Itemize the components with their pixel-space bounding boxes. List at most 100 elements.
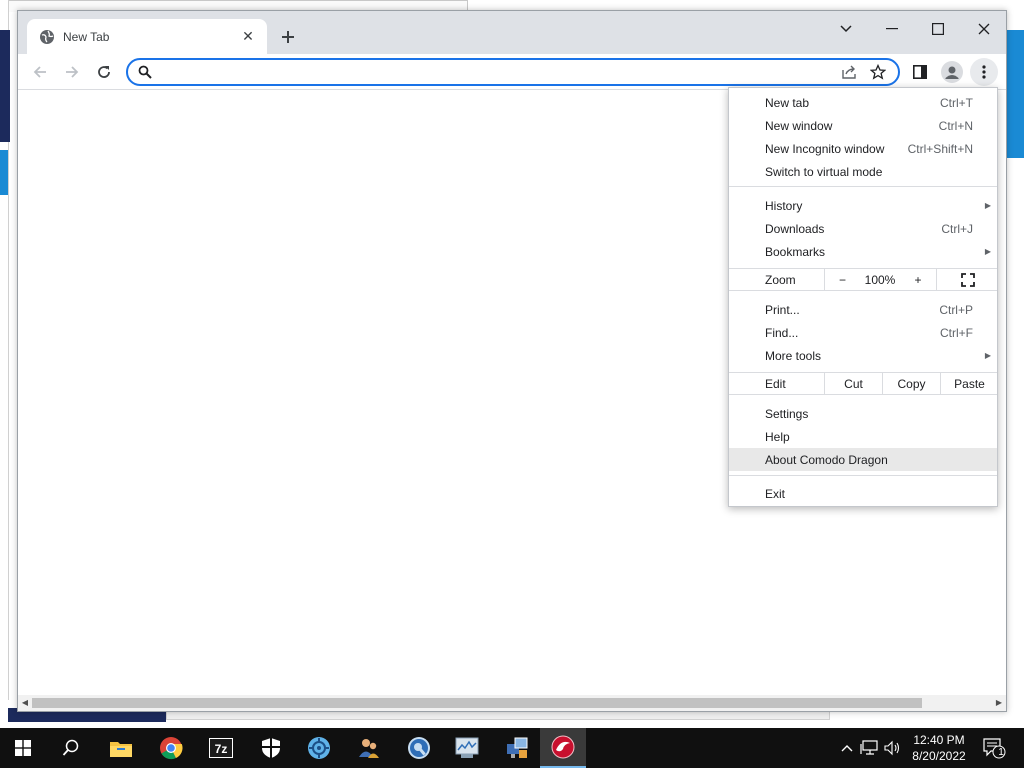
search-icon: [136, 63, 154, 81]
menu-item-label: Switch to virtual mode: [765, 164, 883, 179]
cut-button[interactable]: Cut: [824, 373, 882, 395]
menu-item-shortcut: Ctrl+Shift+N: [907, 141, 973, 156]
address-bar[interactable]: [126, 58, 900, 86]
menu-item-label: Settings: [765, 406, 809, 421]
menu-item-new-window[interactable]: New window Ctrl+N: [729, 114, 997, 137]
background-window-strip: [0, 150, 8, 195]
menu-item-label: Bookmarks: [765, 244, 826, 259]
menu-item-label: New tab: [765, 95, 810, 110]
copy-button[interactable]: Copy: [882, 373, 940, 395]
menu-item-label: Downloads: [765, 221, 825, 236]
edit-row: Edit Cut Copy Paste: [729, 372, 997, 395]
menu-item-label: History: [765, 198, 803, 213]
chevron-down-icon[interactable]: [823, 15, 869, 43]
network-icon[interactable]: [860, 738, 878, 758]
zoom-label: Zoom: [765, 273, 796, 287]
menu-separator: [729, 475, 997, 476]
edit-label: Edit: [765, 377, 786, 391]
menu-item-label: New Incognito window: [765, 141, 885, 156]
menu-item-find[interactable]: Find... Ctrl+F: [729, 321, 997, 344]
zoom-level: 100%: [864, 273, 896, 287]
menu-item-label: More tools: [765, 348, 822, 363]
search-icon[interactable]: [48, 728, 94, 768]
clock-time: 12:40 PM: [913, 733, 965, 747]
horizontal-scrollbar[interactable]: ◀ ▶: [18, 695, 1006, 711]
notification-count: 1: [998, 747, 1004, 758]
menu-item-about[interactable]: About Comodo Dragon: [729, 448, 997, 471]
profile-avatar-icon[interactable]: [938, 58, 966, 86]
scroll-left-icon[interactable]: ◀: [20, 698, 30, 708]
paste-button[interactable]: Paste: [940, 373, 998, 395]
performance-monitor-icon[interactable]: [444, 728, 490, 768]
chrome-icon[interactable]: [148, 728, 194, 768]
users-icon[interactable]: [346, 728, 392, 768]
share-icon[interactable]: [836, 60, 864, 84]
menu-item-help[interactable]: Help: [729, 425, 997, 448]
submenu-arrow-icon: ▶: [984, 201, 991, 210]
scrollbar-thumb[interactable]: [32, 698, 922, 708]
menu-dots-icon[interactable]: [970, 58, 998, 86]
menu-item-history[interactable]: History ▶: [729, 194, 997, 217]
shield-icon[interactable]: [248, 728, 294, 768]
background-window-strip: [1006, 30, 1024, 158]
app-menu: New tab Ctrl+T New window Ctrl+N New Inc…: [728, 87, 998, 507]
menu-item-label: About Comodo Dragon: [765, 452, 888, 467]
close-window-button[interactable]: [961, 15, 1006, 43]
menu-separator: [729, 186, 997, 187]
scroll-right-icon[interactable]: ▶: [994, 698, 1004, 708]
zoom-in-button[interactable]: +: [900, 269, 936, 291]
menu-item-exit[interactable]: Exit: [729, 482, 997, 505]
background-window-strip: [0, 30, 10, 142]
tab-strip: New Tab ✕: [18, 11, 1006, 54]
zoom-row: Zoom − 100% +: [729, 268, 997, 291]
minimize-button[interactable]: [869, 15, 915, 43]
menu-item-shortcut: Ctrl+P: [939, 302, 973, 317]
side-panel-icon[interactable]: [906, 58, 934, 86]
clock[interactable]: 12:40 PM 8/20/2022: [902, 732, 976, 764]
notification-icon[interactable]: 1: [980, 734, 1008, 762]
menu-item-label: Help: [765, 429, 790, 444]
zoom-out-button[interactable]: −: [824, 269, 860, 291]
submenu-arrow-icon: ▶: [984, 351, 991, 360]
svg-text:7z: 7z: [215, 742, 228, 756]
tab-new-tab[interactable]: New Tab ✕: [27, 19, 267, 54]
7zip-icon[interactable]: 7z: [198, 728, 244, 768]
menu-item-switch-virtual-mode[interactable]: Switch to virtual mode: [729, 160, 997, 183]
comodo-dragon-icon[interactable]: [540, 728, 586, 768]
forward-arrow-icon[interactable]: [58, 58, 86, 86]
menu-item-label: Print...: [765, 302, 800, 317]
back-arrow-icon[interactable]: [26, 58, 54, 86]
close-icon[interactable]: ✕: [239, 28, 257, 46]
menu-item-bookmarks[interactable]: Bookmarks ▶: [729, 240, 997, 263]
menu-item-shortcut: Ctrl+J: [941, 221, 973, 236]
fullscreen-icon[interactable]: [936, 269, 998, 291]
settings-app-icon[interactable]: [296, 728, 342, 768]
volume-icon[interactable]: [884, 738, 902, 758]
menu-item-shortcut: Ctrl+N: [938, 118, 973, 133]
tab-title: New Tab: [63, 29, 110, 44]
network-config-icon[interactable]: [494, 728, 540, 768]
qbittorrent-icon[interactable]: [396, 728, 442, 768]
menu-item-downloads[interactable]: Downloads Ctrl+J: [729, 217, 997, 240]
menu-item-settings[interactable]: Settings: [729, 402, 997, 425]
reload-icon[interactable]: [90, 58, 118, 86]
globe-icon: [39, 29, 55, 45]
menu-item-new-incognito-window[interactable]: New Incognito window Ctrl+Shift+N: [729, 137, 997, 160]
menu-item-new-tab[interactable]: New tab Ctrl+T: [729, 91, 997, 114]
maximize-button[interactable]: [915, 15, 961, 43]
menu-item-shortcut: Ctrl+F: [940, 325, 973, 340]
windows-start-icon[interactable]: [0, 728, 46, 768]
star-icon[interactable]: [864, 60, 892, 84]
new-tab-button[interactable]: [276, 25, 300, 49]
file-explorer-icon[interactable]: [98, 728, 144, 768]
menu-item-label: New window: [765, 118, 833, 133]
menu-item-print[interactable]: Print... Ctrl+P: [729, 298, 997, 321]
submenu-arrow-icon: ▶: [984, 247, 991, 256]
menu-item-label: Exit: [765, 486, 786, 501]
menu-item-label: Find...: [765, 325, 799, 340]
menu-item-more-tools[interactable]: More tools ▶: [729, 344, 997, 367]
taskbar: 7z 12:40 PM 8/20/2022 1: [0, 728, 1024, 768]
chevron-up-icon[interactable]: [838, 738, 856, 758]
menu-item-shortcut: Ctrl+T: [940, 95, 973, 110]
address-input[interactable]: [162, 61, 836, 83]
